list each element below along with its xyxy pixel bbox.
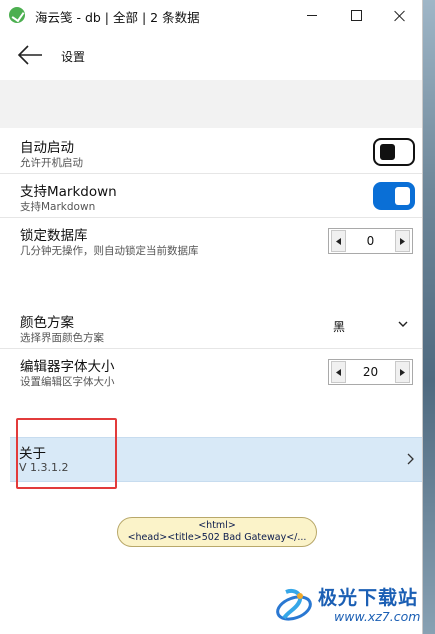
color-scheme-select[interactable]: 黑 bbox=[333, 318, 345, 335]
site-watermark: 极光下载站 www.xz7.com bbox=[270, 578, 422, 630]
minimize-button[interactable] bbox=[290, 0, 334, 31]
lock-minutes-stepper[interactable]: 0 bbox=[328, 228, 413, 254]
setting-desc: 设置编辑区字体大小 bbox=[20, 376, 115, 388]
maximize-icon bbox=[350, 10, 362, 21]
title-bar[interactable]: 海云笺 - db | 全部 | 2 条数据 bbox=[0, 0, 422, 31]
page-title: 设置 bbox=[61, 50, 86, 64]
setting-desc: 几分钟无操作，则自动锁定当前数据库 bbox=[20, 245, 199, 257]
header-divider-band bbox=[0, 80, 422, 128]
error-line: <html> bbox=[198, 520, 236, 531]
update-error-message: <html> <head><title>502 Bad Gateway</... bbox=[117, 517, 317, 547]
minimize-icon bbox=[307, 15, 317, 16]
increment-button[interactable] bbox=[395, 361, 410, 383]
window-title: 海云笺 - db | 全部 | 2 条数据 bbox=[35, 10, 200, 25]
close-button[interactable] bbox=[378, 0, 422, 31]
setting-row-auto-start: 自动启动 允许开机启动 bbox=[0, 130, 422, 174]
setting-label: 自动启动 bbox=[20, 140, 74, 156]
toggle-knob bbox=[395, 187, 410, 205]
setting-label: 支持Markdown bbox=[20, 184, 117, 200]
font-size-stepper[interactable]: 20 bbox=[328, 359, 413, 385]
close-icon bbox=[394, 10, 406, 22]
watermark-url: www.xz7.com bbox=[334, 609, 421, 624]
setting-desc: 允许开机启动 bbox=[20, 157, 83, 169]
back-arrow-icon bbox=[17, 45, 42, 65]
decrement-button[interactable] bbox=[331, 361, 346, 383]
triangle-right-icon bbox=[400, 368, 405, 376]
setting-row-font-size: 编辑器字体大小 设置编辑区字体大小 20 bbox=[0, 349, 422, 392]
setting-label: 编辑器字体大小 bbox=[20, 359, 115, 375]
triangle-right-icon bbox=[400, 237, 405, 245]
stepper-value[interactable]: 20 bbox=[348, 365, 393, 379]
setting-desc: 支持Markdown bbox=[20, 201, 96, 213]
chevron-right-icon bbox=[407, 453, 414, 465]
decrement-button[interactable] bbox=[331, 230, 346, 252]
watermark-brand: 极光下载站 bbox=[318, 587, 419, 609]
triangle-left-icon bbox=[336, 237, 341, 245]
setting-desc: 选择界面颜色方案 bbox=[20, 332, 104, 344]
annotation-highlight-box bbox=[16, 418, 117, 489]
setting-label: 锁定数据库 bbox=[20, 228, 88, 244]
triangle-left-icon bbox=[336, 368, 341, 376]
watermark-logo-icon bbox=[276, 589, 312, 621]
app-window: 海云笺 - db | 全部 | 2 条数据 设置 自动启动 允许开机启动 支持M bbox=[0, 0, 423, 634]
setting-row-color-scheme: 颜色方案 选择界面颜色方案 黑 bbox=[0, 305, 422, 349]
toggle-knob bbox=[380, 144, 395, 160]
app-logo-icon bbox=[9, 7, 25, 23]
chevron-down-icon[interactable] bbox=[398, 319, 408, 329]
markdown-toggle[interactable] bbox=[373, 182, 415, 210]
setting-row-markdown: 支持Markdown 支持Markdown bbox=[0, 174, 422, 218]
setting-row-lock-db: 锁定数据库 几分钟无操作，则自动锁定当前数据库 0 bbox=[0, 218, 422, 261]
increment-button[interactable] bbox=[395, 230, 410, 252]
auto-start-toggle[interactable] bbox=[373, 138, 415, 166]
desktop-background bbox=[422, 0, 435, 634]
back-button[interactable] bbox=[16, 43, 44, 67]
stepper-value[interactable]: 0 bbox=[348, 234, 393, 248]
setting-label: 颜色方案 bbox=[20, 315, 74, 331]
error-line: <head><title>502 Bad Gateway</... bbox=[127, 532, 307, 543]
page-header: 设置 bbox=[0, 31, 422, 79]
maximize-button[interactable] bbox=[334, 0, 378, 31]
